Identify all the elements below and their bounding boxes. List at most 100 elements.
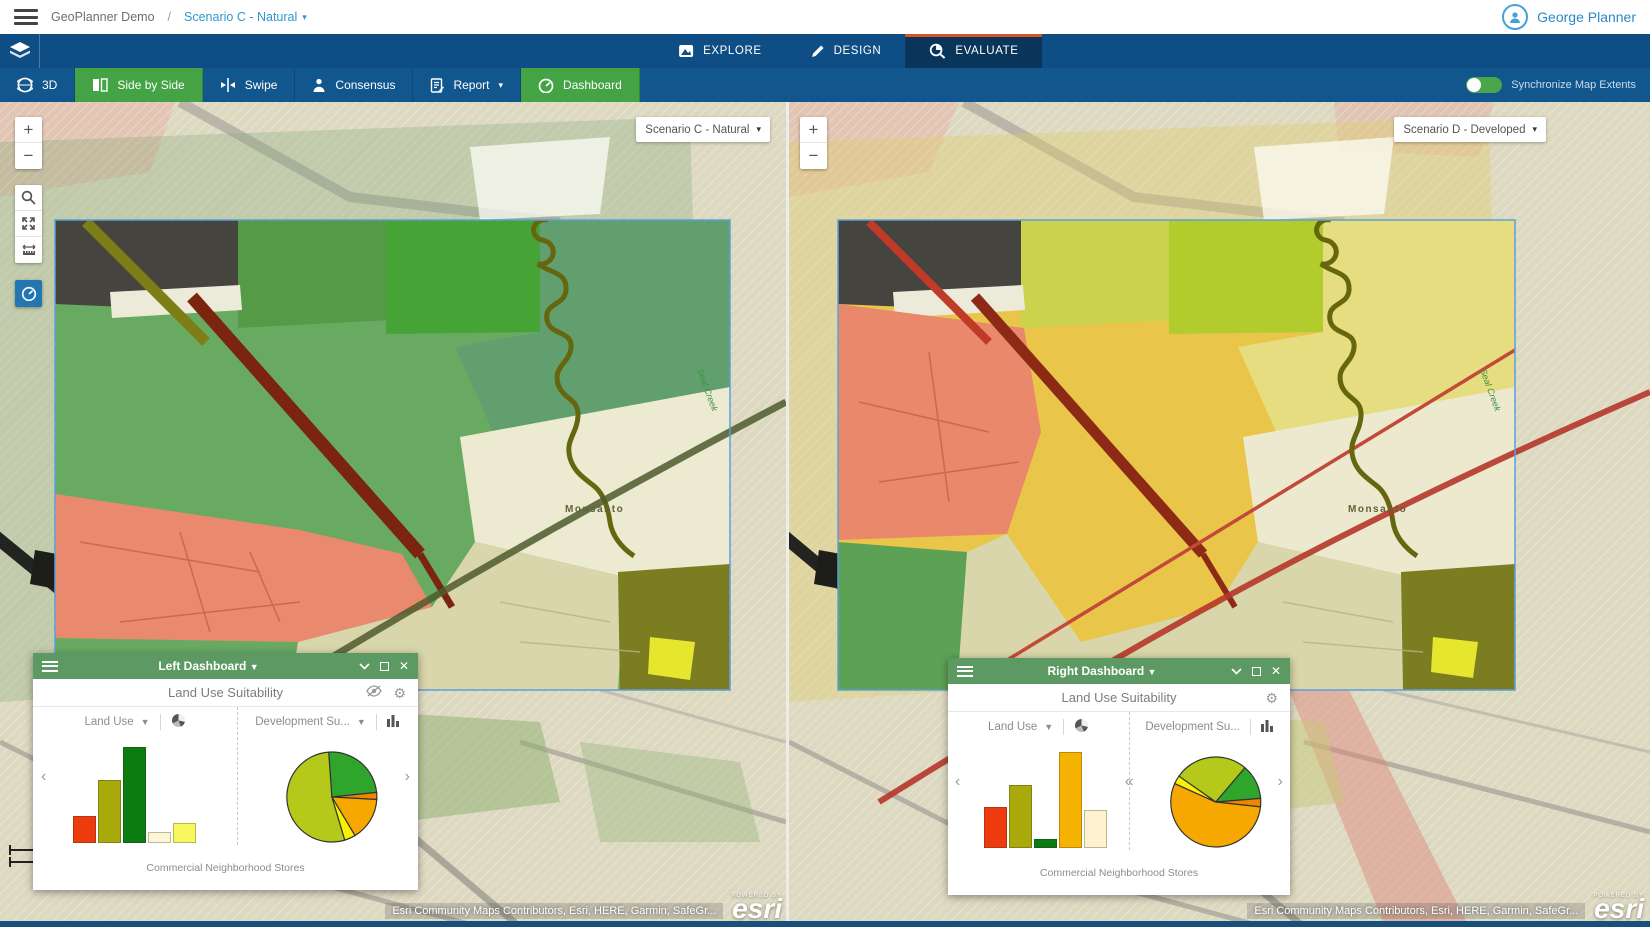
land-use-bar-chart[interactable]	[948, 742, 1129, 850]
side-by-side-icon	[92, 78, 108, 92]
zoom-out-button[interactable]: −	[15, 143, 42, 169]
chevron-down-icon: ▾	[302, 12, 307, 23]
prev-widget-chevron[interactable]: ‹	[41, 768, 46, 786]
sync-extents-label: Synchronize Map Extents	[1511, 79, 1636, 91]
globe-icon	[17, 77, 33, 93]
dashboard-tool-icon[interactable]	[15, 280, 42, 307]
left-map-tools	[15, 185, 42, 263]
next-widget-chevron[interactable]: ›	[405, 768, 410, 786]
development-suitability-pie-chart[interactable]	[1130, 742, 1290, 850]
full-extent-icon[interactable]	[15, 211, 42, 237]
pie-slice	[329, 752, 377, 797]
widget-select[interactable]: Development Su...	[1145, 721, 1240, 733]
left-map-panel: Monsanto Seal Creek + − Scenario C - Nat…	[0, 102, 786, 927]
zoom-in-button[interactable]: +	[15, 117, 42, 143]
sync-extents-control: Synchronize Map Extents	[1466, 68, 1650, 102]
dashboard-menu-icon[interactable]	[42, 661, 58, 672]
dashboard-footer-label: Commercial Neighborhood Stores	[33, 845, 418, 890]
dashboard-widgets: ‹ › Land Use ▼ Development Su...	[33, 707, 418, 845]
dashboard-button[interactable]: Dashboard	[521, 68, 640, 102]
right-map-panel: Monsanto Seal Creek + − Scenario D - Dev…	[789, 102, 1650, 927]
3d-button[interactable]: 3D	[0, 68, 75, 102]
land-use-bar-chart[interactable]	[33, 737, 237, 845]
pencil-icon	[810, 44, 825, 59]
dashboard-panel-title: Land Use Suitability	[948, 690, 1290, 705]
map-label-monsanto: Monsanto	[565, 504, 624, 515]
gear-icon[interactable]: ⚙	[1265, 690, 1278, 707]
zoom-out-button[interactable]: −	[800, 143, 827, 169]
pie-chart-icon[interactable]	[1074, 718, 1089, 736]
land-use-widget: Land Use ▼	[948, 712, 1129, 850]
bottom-status-bar	[0, 921, 1650, 927]
tab-evaluate[interactable]: EVALUATE	[905, 34, 1042, 68]
sync-extents-toggle[interactable]	[1466, 77, 1502, 93]
consensus-person-icon	[312, 78, 326, 93]
dashboard-title-menu[interactable]: Right Dashboard ▼	[973, 664, 1231, 678]
dashboard-menu-icon[interactable]	[957, 666, 973, 677]
bar-segment	[123, 747, 146, 843]
chevron-down-icon: ▾	[756, 124, 761, 135]
layers-icon[interactable]	[0, 34, 40, 68]
panel-divider	[786, 102, 789, 927]
chevron-down-icon: ▾	[1532, 124, 1537, 135]
breadcrumb-app-title: GeoPlanner Demo	[51, 10, 155, 24]
zoom-in-button[interactable]: +	[800, 117, 827, 143]
close-icon[interactable]: ✕	[399, 659, 409, 673]
collapse-icon[interactable]	[1231, 668, 1242, 675]
top-header: GeoPlanner Demo / Scenario C - Natural▾ …	[0, 0, 1650, 34]
tab-design[interactable]: DESIGN	[786, 34, 906, 68]
measure-icon[interactable]	[15, 237, 42, 263]
visibility-off-icon[interactable]	[366, 684, 382, 702]
gear-icon[interactable]: ⚙	[393, 685, 406, 702]
gauge-icon	[538, 78, 554, 93]
breadcrumb-separator: /	[168, 10, 171, 24]
right-scenario-selector[interactable]: Scenario D - Developed▾	[1394, 117, 1546, 142]
pie-chart-icon[interactable]	[171, 713, 186, 731]
next-widget-chevron[interactable]: ›	[1278, 773, 1283, 791]
bar-segment	[173, 823, 196, 843]
close-icon[interactable]: ✕	[1271, 664, 1281, 678]
side-by-side-button[interactable]: Side by Side	[75, 68, 202, 102]
evaluate-pie-magnifier-icon	[929, 43, 946, 59]
widget-select[interactable]: Development Su...	[255, 716, 350, 728]
dashboard-title-menu[interactable]: Left Dashboard ▼	[58, 659, 359, 673]
hamburger-menu-icon[interactable]	[14, 9, 38, 25]
bar-chart-icon[interactable]	[387, 714, 401, 730]
left-scenario-selector[interactable]: Scenario C - Natural▾	[636, 117, 770, 142]
bar-chart-icon[interactable]	[1261, 719, 1275, 735]
swipe-button[interactable]: Swipe	[203, 68, 296, 102]
development-suitability-widget: Development Su... ▼	[237, 707, 418, 845]
collapse-icon[interactable]	[359, 663, 370, 670]
chevron-down-icon[interactable]: ▼	[1044, 722, 1053, 732]
consensus-button[interactable]: Consensus	[295, 68, 413, 102]
search-icon[interactable]	[15, 185, 42, 211]
widget-select[interactable]: Land Use	[84, 716, 133, 728]
right-dashboard-header[interactable]: Right Dashboard ▼ ✕	[948, 658, 1290, 684]
development-suitability-pie-chart[interactable]	[238, 737, 418, 845]
right-dashboard-window: Right Dashboard ▼ ✕ Land Use Suitability…	[948, 658, 1290, 895]
maximize-icon[interactable]	[1252, 667, 1261, 676]
bar-segment	[148, 832, 171, 843]
tab-explore[interactable]: EXPLORE	[654, 34, 786, 68]
left-dashboard-header[interactable]: Left Dashboard ▼ ✕	[33, 653, 418, 679]
user-menu[interactable]: George Planner	[1502, 4, 1636, 30]
bar-segment	[1084, 810, 1107, 848]
bar-segment	[1009, 785, 1032, 848]
user-avatar-icon	[1502, 4, 1528, 30]
bar-segment	[73, 816, 96, 843]
chevron-down-icon: ▼	[250, 662, 259, 672]
evaluate-toolbar: 3D Side by Side Swipe Consensus Report ▾…	[0, 68, 1650, 102]
prev-widget-chevron[interactable]: ‹	[955, 773, 960, 791]
maximize-icon[interactable]	[380, 662, 389, 671]
widget-select[interactable]: Land Use	[988, 721, 1037, 733]
map-workspace: Monsanto Seal Creek + − Scenario C - Nat…	[0, 102, 1650, 927]
dashboard-footer-label: Commercial Neighborhood Stores	[948, 850, 1290, 895]
collapse-widget-chevron[interactable]: «	[1125, 773, 1134, 791]
swipe-arrows-icon	[220, 78, 236, 92]
left-zoom-controls: + −	[15, 117, 42, 169]
chevron-down-icon[interactable]: ▼	[141, 717, 150, 727]
report-button[interactable]: Report ▾	[413, 68, 521, 102]
breadcrumb-scenario-menu[interactable]: Scenario C - Natural▾	[184, 10, 307, 24]
chevron-down-icon[interactable]: ▼	[357, 717, 366, 727]
esri-logo: POWERED BY esri	[1593, 894, 1644, 920]
